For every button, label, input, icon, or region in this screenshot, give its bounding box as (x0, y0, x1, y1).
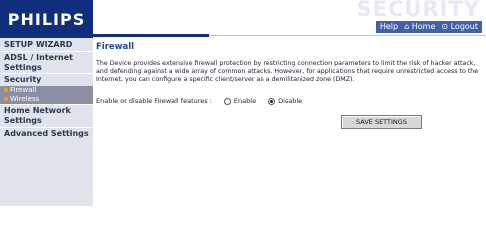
home-link-label: Home (411, 22, 436, 31)
header-rule-accent (93, 34, 209, 37)
sidebar-item-label: Wireless (10, 95, 40, 103)
logout-link-label: Logout (450, 22, 478, 31)
firewall-toggle-row: Enable or disable Firewall features : En… (96, 97, 302, 105)
firewall-toggle-label: Enable or disable Firewall features : (96, 97, 212, 105)
sidebar-item-home-network[interactable]: Home Network Settings (0, 106, 93, 126)
save-settings-button[interactable]: SAVE SETTINGS (341, 115, 422, 129)
home-link[interactable]: ⌂ Home (404, 21, 435, 33)
section-title: SECURITY (356, 0, 480, 21)
sidebar-divider (0, 51, 93, 52)
sidebar-item-advanced-settings[interactable]: Advanced Settings (0, 129, 93, 139)
enable-radio-label: Enable (233, 97, 257, 105)
sidebar-divider (0, 73, 93, 74)
disable-radio-label: Disable (278, 97, 303, 105)
sidebar-item-setup-wizard[interactable]: SETUP WIZARD (0, 40, 93, 50)
sidebar-item-security[interactable]: Security (0, 75, 93, 85)
sidebar-item-wireless[interactable]: Wireless (0, 95, 93, 104)
brand-logo: PHILIPS (0, 0, 93, 38)
page-title: Firewall (96, 42, 135, 52)
brand-logo-text: PHILIPS (7, 9, 86, 29)
sidebar-item-label: SETUP WIZARD (4, 40, 73, 49)
sidebar-item-label: Firewall (10, 86, 37, 94)
sidebar: SETUP WIZARD ADSL / Internet Settings Se… (0, 38, 93, 206)
sidebar-item-adsl-internet[interactable]: ADSL / Internet Settings (0, 53, 93, 73)
home-icon: ⌂ (404, 22, 410, 31)
sidebar-item-label: ADSL / Internet Settings (4, 53, 73, 72)
power-icon: ⊙ (441, 22, 449, 31)
enable-radio[interactable] (223, 97, 231, 105)
help-link[interactable]: Help (380, 21, 398, 33)
sidebar-item-label: Security (4, 75, 42, 84)
sidebar-item-label: Home Network Settings (4, 106, 71, 125)
sidebar-divider (0, 104, 93, 105)
header-rule (209, 35, 486, 36)
top-links: Help ⌂ Home ⊙ Logout (375, 21, 482, 33)
bullet-icon (4, 97, 8, 101)
sidebar-item-firewall[interactable]: Firewall (0, 86, 93, 95)
logout-link[interactable]: ⊙ Logout (441, 21, 478, 33)
bullet-icon (4, 88, 8, 92)
sidebar-divider (0, 127, 93, 128)
disable-radio[interactable] (268, 97, 276, 105)
header: PHILIPS SECURITY Help ⌂ Home ⊙ Logout (0, 0, 486, 38)
sidebar-item-label: Advanced Settings (4, 129, 89, 138)
firewall-description: The Device provides extensive firewall p… (96, 60, 479, 83)
